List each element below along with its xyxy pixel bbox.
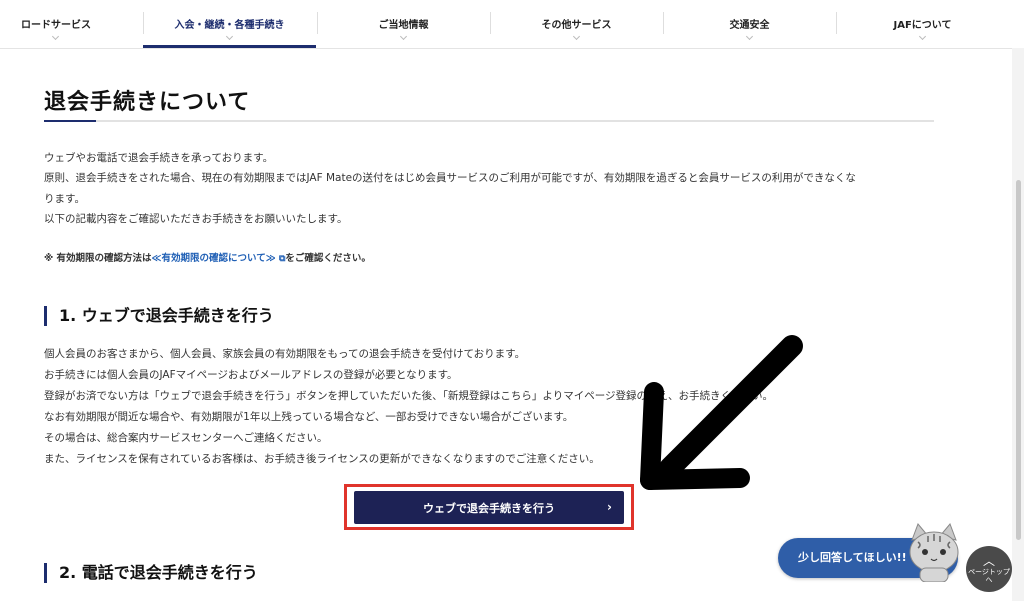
pointer-arrow-icon	[640, 335, 803, 490]
intro-text: ります。	[44, 193, 85, 205]
expiry-note: ※ 有効期限の確認方法は≪有効期限の確認について≫ ⧉をご確認ください。	[44, 250, 371, 264]
intro-text: 以下の記載内容をご確認いただきお手続きをお願いいたします。	[44, 213, 348, 225]
nav-item-label: 入会・継続・各種手続き	[174, 20, 285, 31]
cat-mascot-icon	[909, 523, 959, 582]
section1-text: その場合は、総合案内サービスセンターへご連絡ください。	[44, 432, 328, 444]
page-title: 退会手続きについて	[44, 90, 251, 115]
scrollbar-thumb[interactable]	[1016, 180, 1021, 540]
title-divider	[44, 120, 934, 122]
intro-text: 原則、退会手続きをされた場合、現在の有効期限まではJAF Mateの送付をはじめ…	[44, 172, 856, 184]
nav-item-other-services[interactable]: その他サービス	[490, 0, 663, 48]
nav-item-road-service[interactable]: ロードサービス	[0, 0, 112, 48]
nav-item-traffic-safety[interactable]: 交通安全	[663, 0, 836, 48]
chevron-down-icon	[745, 32, 753, 41]
chevron-down-icon	[225, 32, 233, 41]
nav-item-local-info[interactable]: ご当地情報	[317, 0, 490, 48]
page-top-button[interactable]: ︿ ページトップへ	[966, 546, 1012, 592]
nav-item-membership[interactable]: 入会・継続・各種手続き	[143, 0, 316, 48]
section-heading-web: 1. ウェブで退会手続きを行う	[44, 306, 274, 326]
nav-item-label: 交通安全	[729, 20, 770, 31]
arrow-up-icon: ︿	[982, 554, 995, 568]
nav-item-label: ご当地情報	[378, 20, 429, 31]
section1-text: 個人会員のお客さまから、個人会員、家族会員の有効期限をもっての退会手続きを受付け…	[44, 348, 526, 360]
section1-text: また、ライセンスを保有されているお客様は、お手続き後ライセンスの更新ができなくな…	[44, 453, 600, 465]
note-suffix: をご確認ください。	[285, 253, 371, 264]
nav-item-about-jaf[interactable]: JAFについて	[836, 0, 1009, 48]
chevron-right-icon: ›	[607, 500, 612, 514]
intro-text: ウェブやお電話で退会手続きを承っております。	[44, 152, 274, 164]
chevron-down-icon	[399, 32, 407, 41]
feedback-label: 少し回答してほしい!!	[798, 551, 907, 564]
nav-item-label: JAFについて	[893, 20, 952, 31]
page-top-label: ページトップへ	[968, 568, 1010, 584]
nav-item-label: その他サービス	[541, 20, 612, 31]
chevron-down-icon	[51, 32, 60, 41]
section-heading-phone: 2. 電話で退会手続きを行う	[44, 563, 258, 583]
web-cancel-button[interactable]: ウェブで退会手続きを行う ›	[354, 491, 624, 524]
web-cancel-button-label: ウェブで退会手続きを行う	[423, 502, 555, 515]
section1-text: なお有効期限が間近な場合や、有効期限が1年以上残っている場合など、一部お受けでき…	[44, 411, 574, 423]
title-divider-accent	[44, 120, 96, 122]
chevron-down-icon	[572, 32, 580, 41]
expiry-check-link[interactable]: ≪有効期限の確認について≫	[152, 253, 276, 264]
global-nav: ロードサービス 入会・継続・各種手続き ご当地情報 その他サービス 交通安全 J…	[0, 0, 1024, 49]
nav-item-label: ロードサービス	[21, 20, 91, 31]
section1-text: お手続きには個人会員のJAFマイページおよびメールアドレスの登録が必要となります…	[44, 369, 458, 381]
note-prefix: ※ 有効期限の確認方法は	[44, 253, 152, 264]
chevron-down-icon	[918, 32, 926, 41]
